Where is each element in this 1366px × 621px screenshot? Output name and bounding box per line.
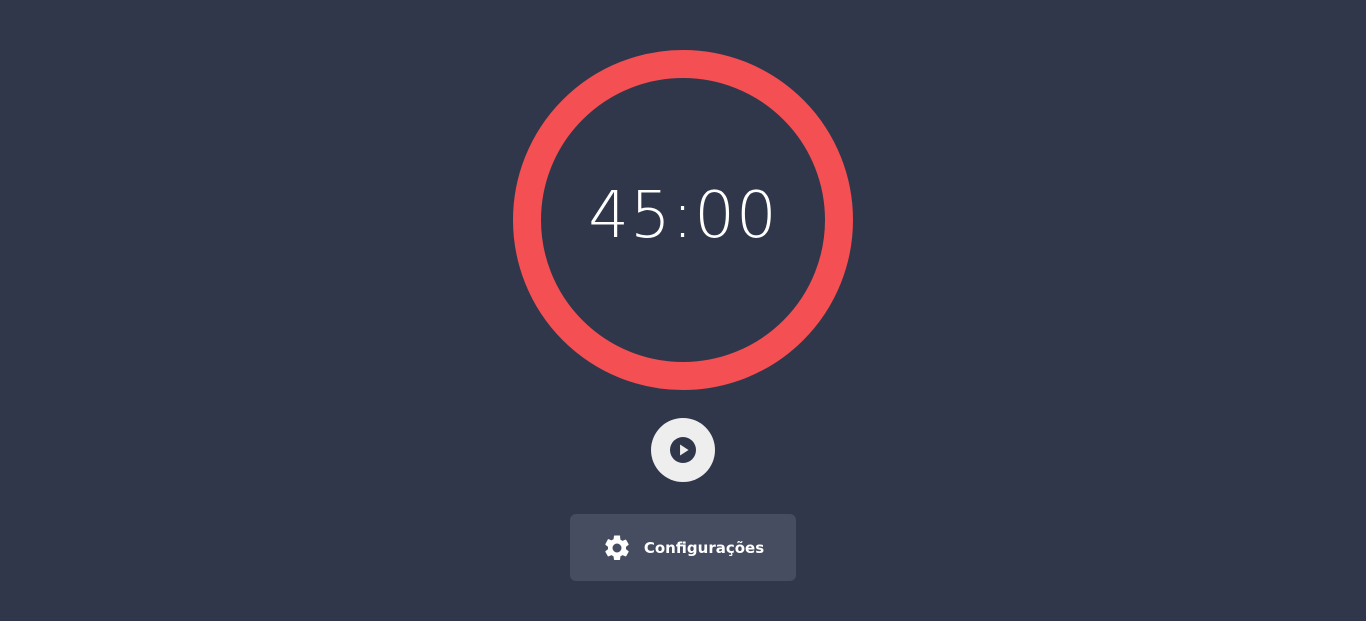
pomodoro-app: 45:00 Configurações	[0, 0, 1366, 621]
gear-icon	[602, 533, 632, 563]
timer-display: 45:00	[588, 179, 778, 253]
play-icon	[670, 437, 696, 463]
play-button[interactable]	[651, 418, 715, 482]
settings-button[interactable]: Configurações	[570, 514, 796, 581]
settings-label: Configurações	[643, 538, 765, 557]
